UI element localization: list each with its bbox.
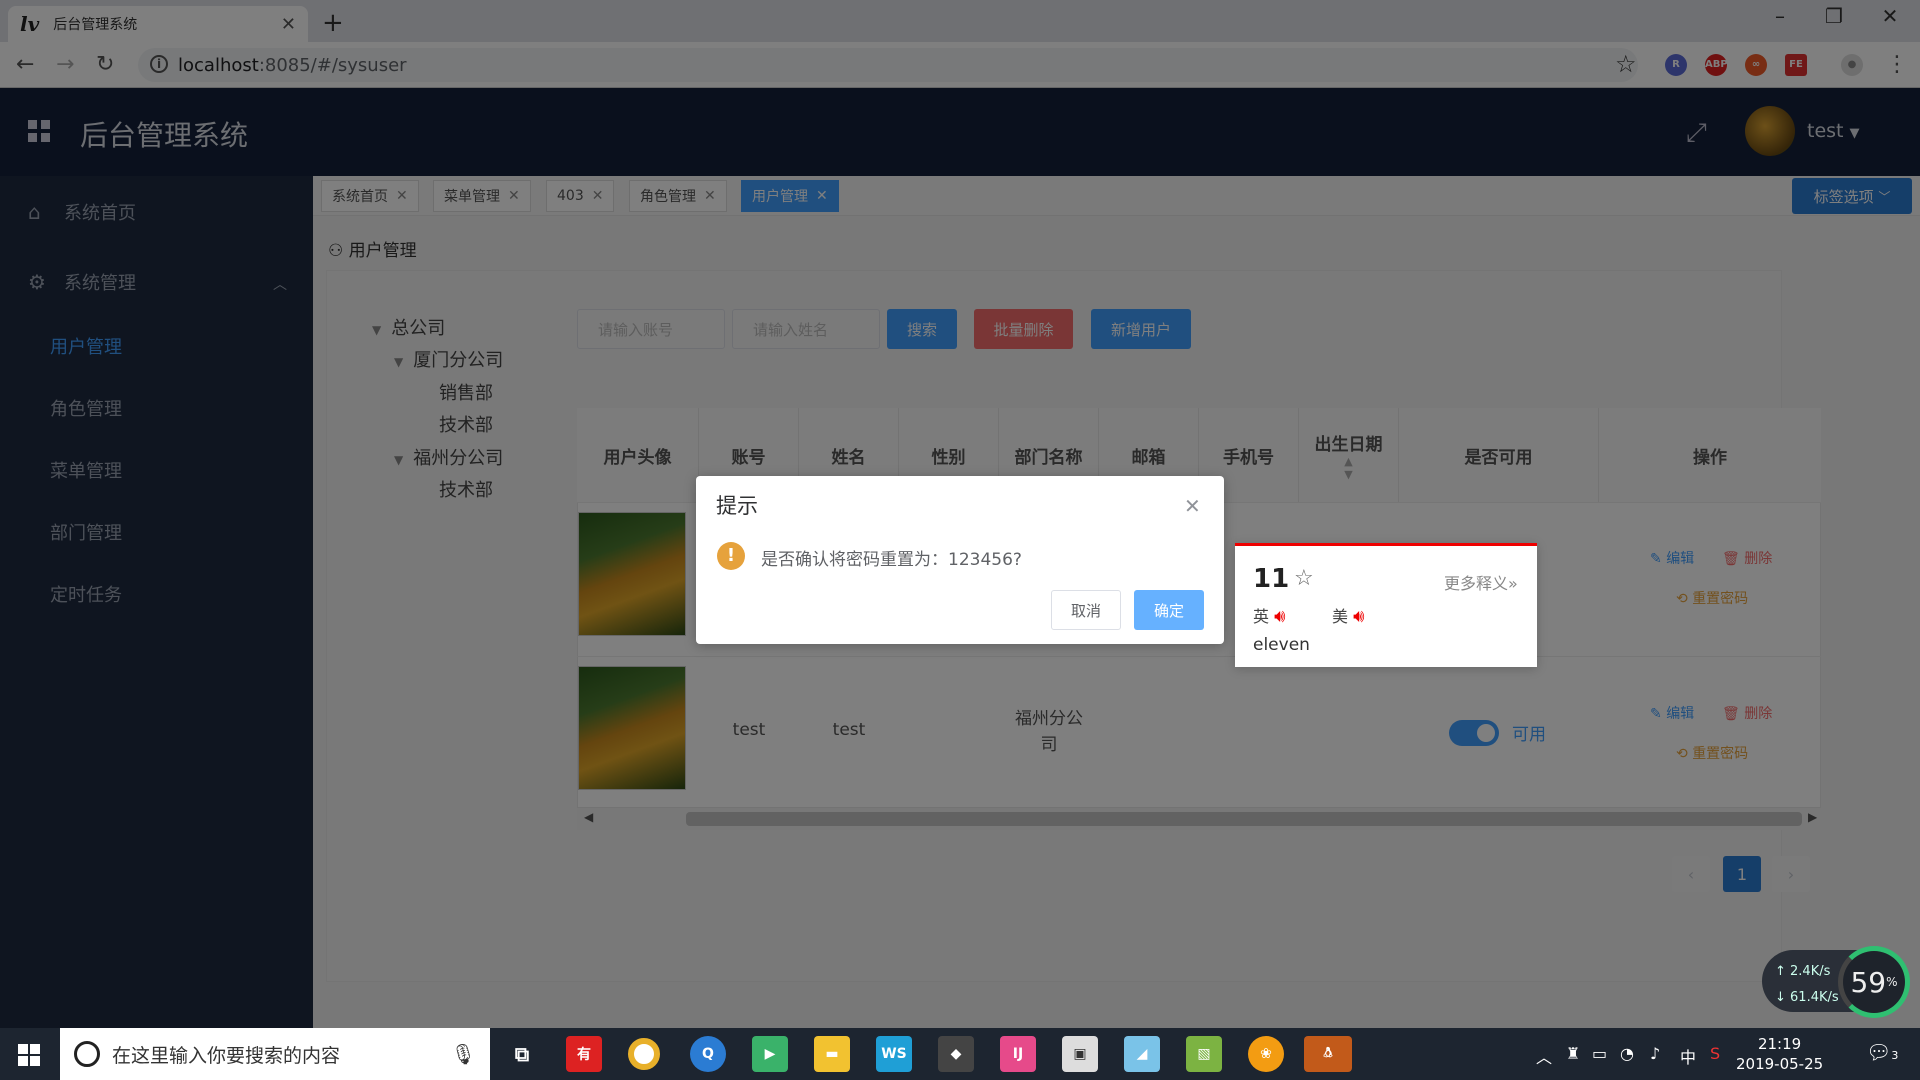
sogou-icon[interactable]: S: [1710, 1044, 1720, 1063]
upload-speed: ↑ 2.4K/s: [1775, 964, 1831, 979]
more-definitions-link[interactable]: 更多释义»: [1444, 570, 1518, 594]
uk-label: 英: [1253, 607, 1270, 626]
close-icon[interactable]: ✕: [1184, 494, 1201, 518]
notepad-icon[interactable]: ◢: [1124, 1036, 1160, 1072]
volume-icon[interactable]: ♪: [1650, 1044, 1660, 1063]
dialog-title: 提示: [716, 494, 758, 518]
file-explorer-icon[interactable]: ▬: [814, 1036, 850, 1072]
upload-value: 2.4K/s: [1790, 964, 1831, 979]
dict-word: 11: [1253, 564, 1290, 594]
download-value: 61.4K/s: [1790, 990, 1839, 1005]
memory-usage-ring[interactable]: 59%: [1838, 946, 1910, 1018]
taskbar-search-input[interactable]: 在这里输入你要搜索的内容 🎙︎: [60, 1028, 490, 1080]
dialog-message: 是否确认将密码重置为：123456?: [761, 550, 1022, 570]
taskbar-clock[interactable]: 21:19 2019-05-25: [1736, 1034, 1823, 1074]
tray-app-icon[interactable]: ♜: [1566, 1044, 1580, 1063]
confirm-button[interactable]: 确定: [1134, 590, 1204, 630]
dict-definition: eleven: [1253, 635, 1310, 655]
notification-count: 3: [1891, 1049, 1899, 1062]
chrome-icon[interactable]: [628, 1038, 660, 1070]
microphone-icon[interactable]: 🎙︎: [451, 1042, 476, 1066]
clock-date: 2019-05-25: [1736, 1055, 1824, 1073]
task-view-icon[interactable]: ⧉: [504, 1036, 540, 1072]
battery-icon[interactable]: ▭: [1592, 1044, 1607, 1063]
warning-icon: !: [717, 542, 745, 570]
network-icon[interactable]: ◔: [1620, 1044, 1634, 1063]
dict-uk-pronounce[interactable]: 英 🔊︎: [1253, 603, 1285, 627]
tray-expand-icon[interactable]: ︿: [1536, 1044, 1552, 1068]
cortana-icon: [74, 1041, 100, 1067]
us-label: 美: [1332, 607, 1349, 626]
webstorm-icon[interactable]: WS: [876, 1036, 912, 1072]
star-icon[interactable]: ☆: [1294, 566, 1314, 591]
download-speed: ↓ 61.4K/s: [1775, 990, 1839, 1005]
speaker-icon[interactable]: 🔊︎: [1274, 606, 1285, 627]
cancel-button[interactable]: 取消: [1051, 590, 1121, 630]
clock-time: 21:19: [1757, 1035, 1802, 1053]
notification-icon[interactable]: 💬︎3: [1866, 1040, 1898, 1064]
youdao-icon[interactable]: 有: [566, 1036, 602, 1072]
git-icon[interactable]: ◆: [938, 1036, 974, 1072]
intellij-icon[interactable]: IJ: [1000, 1036, 1036, 1072]
taskbar-search-placeholder: 在这里输入你要搜索的内容: [112, 1044, 341, 1067]
ime-indicator[interactable]: 中: [1680, 1044, 1696, 1068]
window-app-icon[interactable]: ▣: [1062, 1036, 1098, 1072]
paint-icon[interactable]: ❀: [1248, 1036, 1284, 1072]
browser-q-icon[interactable]: Q: [690, 1036, 726, 1072]
image-viewer-icon[interactable]: ▧: [1186, 1036, 1222, 1072]
qq-icon[interactable]: 🐧︎: [1304, 1036, 1352, 1072]
windows-start-icon[interactable]: [18, 1044, 40, 1066]
speaker-icon[interactable]: 🔊︎: [1353, 606, 1364, 627]
memory-percent: 59: [1850, 965, 1887, 999]
media-player-icon[interactable]: ▶: [752, 1036, 788, 1072]
dict-us-pronounce[interactable]: 美 🔊︎: [1332, 603, 1364, 627]
